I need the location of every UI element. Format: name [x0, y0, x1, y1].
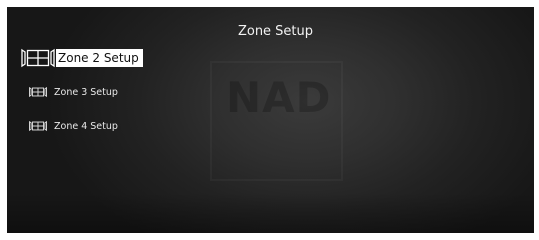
watermark-text: NAD [226, 73, 332, 122]
menu-item-label: Zone 4 Setup [54, 120, 118, 132]
menu-item-label: Zone 3 Setup [54, 86, 118, 98]
zone-icon [29, 120, 47, 132]
page-title: Zone Setup [237, 24, 314, 39]
menu-item-zone-2-setup[interactable]: Zone 2 Setup [21, 48, 143, 68]
brand-watermark-logo: NAD [210, 61, 343, 181]
menu-item-label: Zone 2 Setup [56, 49, 143, 67]
zone-icon [21, 48, 55, 68]
menu-item-zone-4-setup[interactable]: Zone 4 Setup [29, 120, 118, 132]
zone-setup-screen: NAD Zone Setup Zone 2 Setup Zone 3 Setup… [7, 7, 534, 233]
menu-item-zone-3-setup[interactable]: Zone 3 Setup [29, 86, 118, 98]
zone-icon [29, 86, 47, 98]
